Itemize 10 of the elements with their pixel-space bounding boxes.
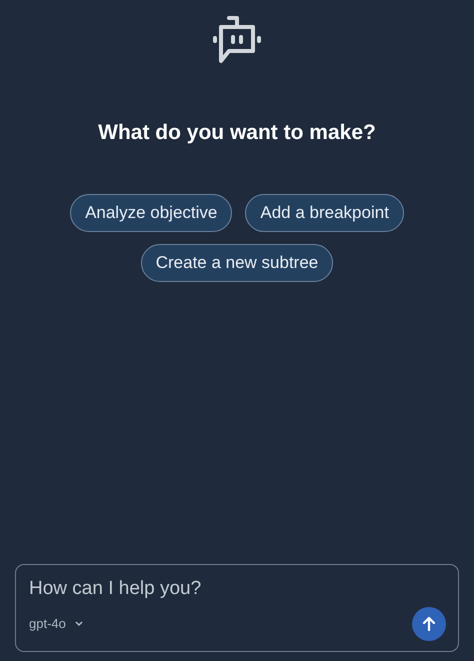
- message-composer[interactable]: How can I help you? gpt-4o: [15, 564, 459, 652]
- message-field[interactable]: How can I help you?: [29, 575, 446, 604]
- model-dropdown[interactable]: gpt-4o: [29, 614, 84, 634]
- suggestion-chip[interactable]: Add a breakpoint: [245, 194, 404, 232]
- heading: What do you want to make?: [98, 120, 376, 146]
- suggestion-chip[interactable]: Create a new subtree: [140, 244, 334, 282]
- chevron-down-icon: [74, 620, 84, 628]
- suggestion-chip[interactable]: Analyze objective: [70, 194, 232, 232]
- arrow-up-icon: [420, 615, 438, 633]
- send-button[interactable]: [412, 607, 446, 641]
